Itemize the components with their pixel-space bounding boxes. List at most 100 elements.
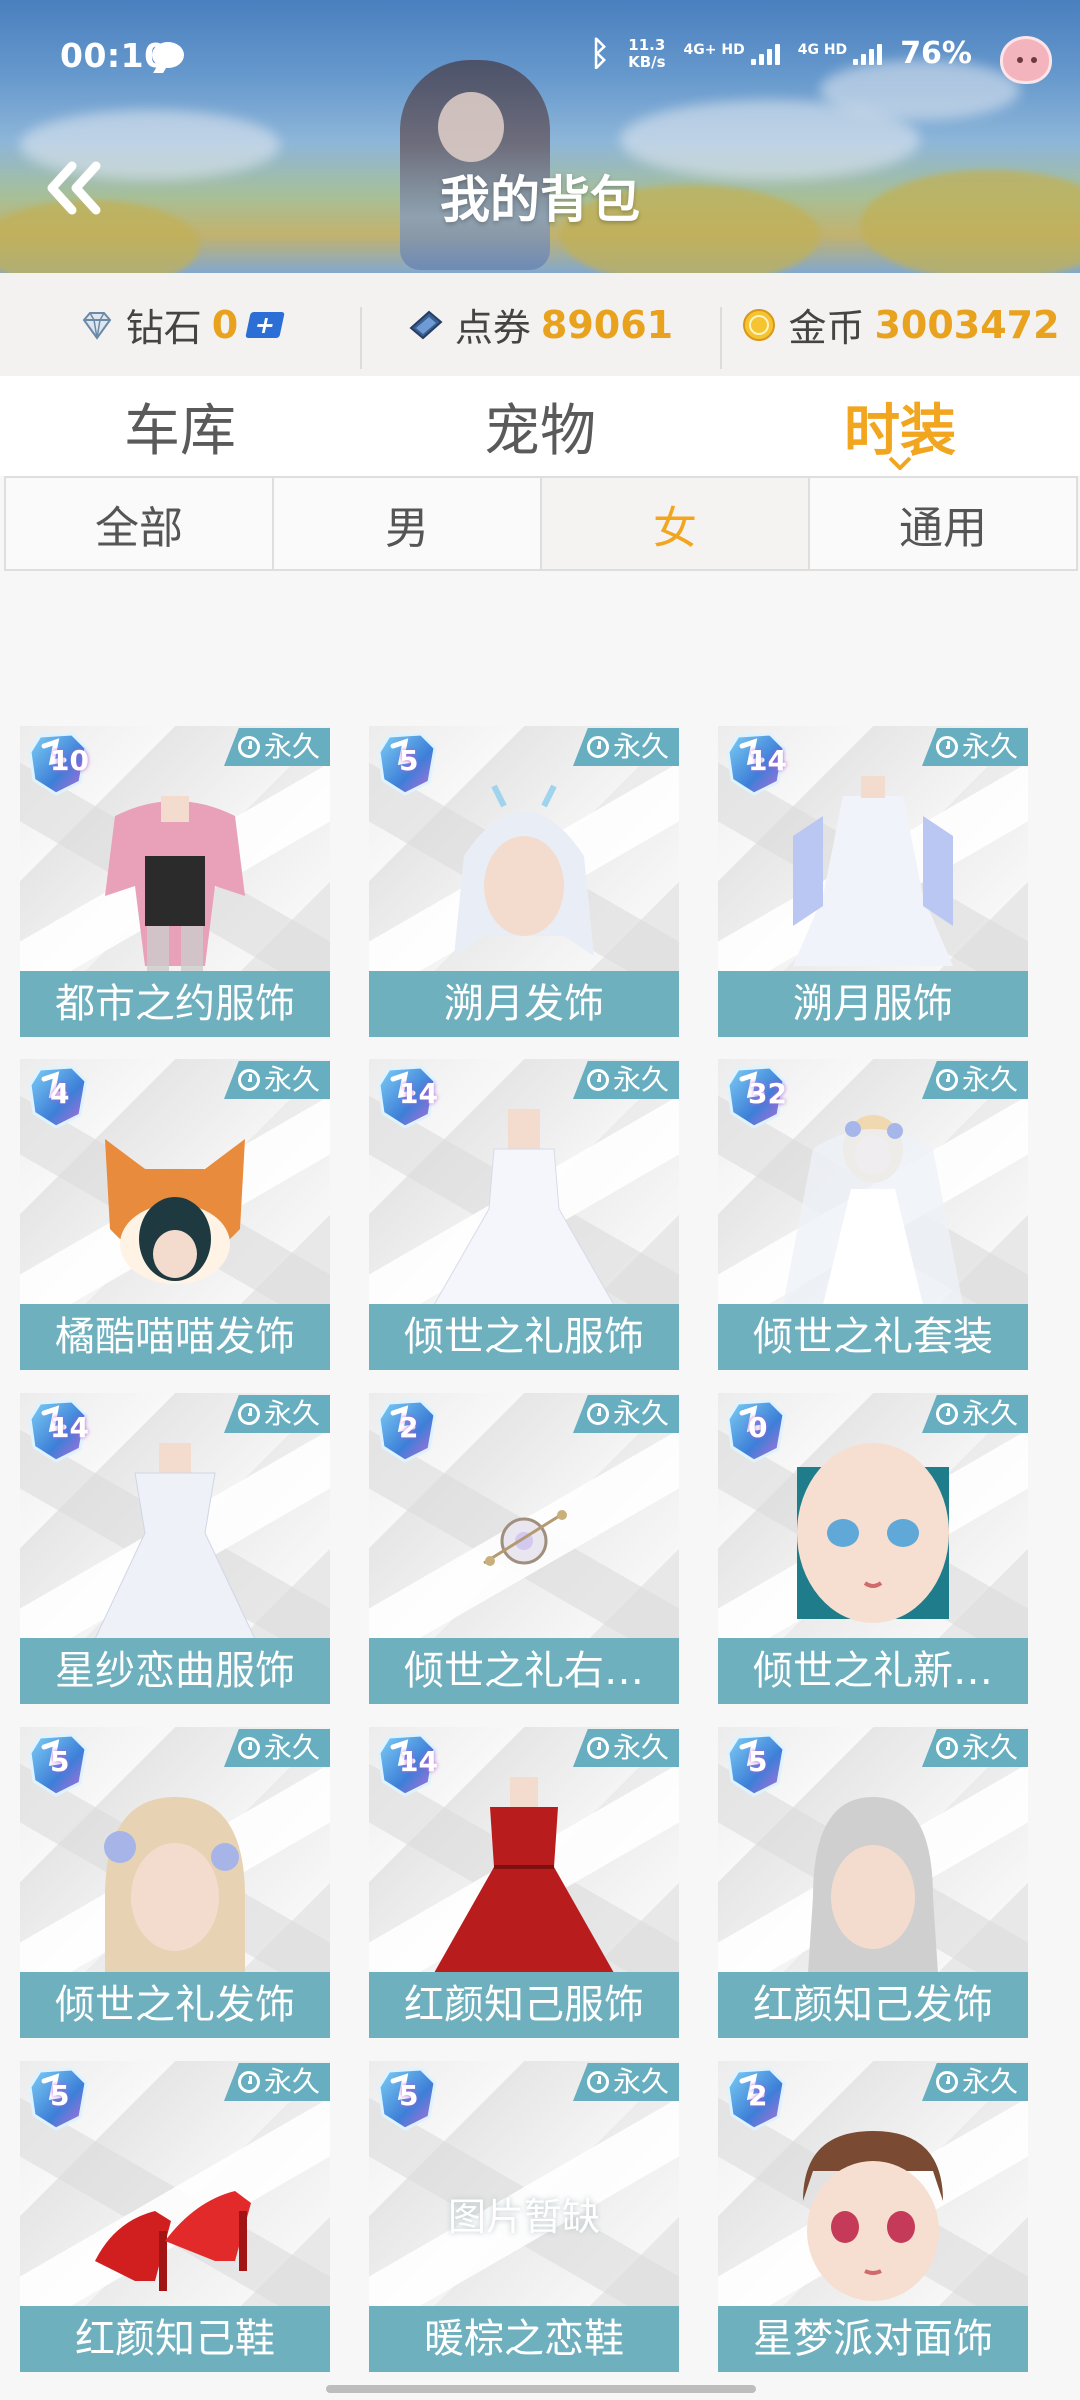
item-level: 2	[748, 2079, 768, 2112]
gender-filter-tabs: 全部 男 女 通用	[4, 476, 1078, 571]
clock-icon	[237, 736, 260, 758]
gold-balance: 金币 3003472	[720, 297, 1080, 369]
signal-sim1-icon: 4G+ HD	[684, 43, 780, 65]
item-card[interactable]: 5 永久倾世之礼发饰	[20, 1727, 330, 2038]
item-card[interactable]: 2 永久倾世之礼右…	[369, 1393, 679, 1704]
filter-all[interactable]: 全部	[6, 478, 272, 569]
clock-icon	[586, 1403, 609, 1425]
strawberry-avatar-icon	[1000, 36, 1052, 84]
item-image	[75, 2111, 275, 2307]
tab-garage[interactable]: 车库	[0, 376, 360, 476]
gold-coin-icon	[743, 308, 776, 341]
item-image	[75, 776, 275, 972]
duration-tag: 永久	[921, 728, 1028, 766]
item-image	[75, 1443, 275, 1640]
item-image	[75, 1777, 275, 1973]
item-name: 溯月发饰	[369, 971, 679, 1037]
duration-tag: 永久	[921, 1729, 1028, 1767]
bluetooth-icon: ᛒ	[589, 33, 611, 74]
duration-tag: 永久	[572, 1395, 679, 1433]
tab-pets[interactable]: 宠物	[360, 376, 720, 476]
item-card[interactable]: 5 永久 红颜知己鞋	[20, 2061, 330, 2372]
category-tabs: 车库 宠物 时装	[0, 376, 1080, 476]
item-level: 5	[399, 2079, 419, 2112]
filter-male[interactable]: 男	[272, 478, 540, 569]
item-name: 橘酷喵喵发饰	[20, 1304, 330, 1370]
duration-tag: 永久	[921, 2063, 1028, 2101]
item-level: 14	[748, 744, 787, 777]
item-name: 倾世之礼套装	[718, 1304, 1028, 1370]
clock-icon	[935, 736, 958, 758]
item-card[interactable]: 14 永久 红颜知己服饰	[369, 1727, 679, 2038]
duration-tag: 永久	[223, 2063, 330, 2101]
clock-icon	[586, 736, 609, 758]
item-card[interactable]: 5 永久溯月发饰	[369, 726, 679, 1037]
clock-icon	[935, 1069, 958, 1091]
item-name: 倾世之礼服饰	[369, 1304, 679, 1370]
duration-tag: 永久	[223, 1729, 330, 1767]
clock-icon	[935, 1737, 958, 1759]
clock-icon	[586, 1069, 609, 1091]
item-card[interactable]: 14 永久溯月服饰	[718, 726, 1028, 1037]
item-card[interactable]: 32 永久 倾世之礼套装	[718, 1059, 1028, 1370]
item-image	[773, 1109, 973, 1305]
header-banner: 00:10 ᛒ 11.3 KB/s 4G+ HD 4G HD 76% 我的背包	[0, 0, 1080, 273]
item-name: 红颜知己发饰	[718, 1972, 1028, 2038]
item-level: 14	[399, 1077, 438, 1110]
filter-female[interactable]: 女	[540, 478, 808, 569]
tab-fashion[interactable]: 时装	[720, 376, 1080, 476]
item-name: 星纱恋曲服饰	[20, 1638, 330, 1704]
item-card[interactable]: 2 永久星梦派对面饰	[718, 2061, 1028, 2372]
item-level: 0	[748, 1411, 768, 1444]
item-card[interactable]: 0 永久倾世之礼新…	[718, 1393, 1028, 1704]
item-name: 溯月服饰	[718, 971, 1028, 1037]
duration-tag: 永久	[572, 2063, 679, 2101]
item-level: 14	[50, 1411, 89, 1444]
network-speed: 11.3 KB/s	[628, 35, 666, 71]
item-level: 5	[399, 744, 419, 777]
voucher-icon	[409, 310, 443, 339]
item-name: 星梦派对面饰	[718, 2306, 1028, 2372]
chevron-down-icon	[888, 456, 912, 470]
item-card[interactable]: 图片暂缺 5 永久暖棕之恋鞋	[369, 2061, 679, 2372]
item-level: 5	[50, 1745, 70, 1778]
item-card[interactable]: 4 永久 橘酷喵喵发饰	[20, 1059, 330, 1370]
item-image	[75, 1109, 275, 1305]
clock-icon	[586, 2071, 609, 2093]
clock-icon	[586, 1737, 609, 1759]
item-card[interactable]: 5 永久 红颜知己发饰	[718, 1727, 1028, 2038]
item-name: 都市之约服饰	[20, 971, 330, 1037]
item-name: 倾世之礼新…	[718, 1638, 1028, 1704]
item-level: 4	[50, 1077, 70, 1110]
item-image	[773, 1777, 973, 1973]
duration-tag: 永久	[572, 1061, 679, 1099]
item-level: 2	[399, 1411, 419, 1444]
filter-general[interactable]: 通用	[808, 478, 1076, 569]
item-name: 红颜知己服饰	[369, 1972, 679, 2038]
item-card[interactable]: 10 永久 都市之约服饰	[20, 726, 330, 1037]
home-indicator[interactable]	[326, 2385, 756, 2393]
duration-tag: 永久	[572, 728, 679, 766]
item-image	[773, 1443, 973, 1639]
duration-tag: 永久	[921, 1395, 1028, 1433]
duration-tag: 永久	[223, 1395, 330, 1433]
signal-sim2-icon: 4G HD	[798, 43, 883, 65]
diamond-icon	[82, 311, 112, 340]
item-grid: 倾世之礼宝…倾世之礼宝…都市之约发饰10永久都市之约服饰5永久溯月发饰14永久溯…	[0, 571, 1080, 2400]
clock-icon	[237, 2071, 260, 2093]
item-card[interactable]: 14 永久星纱恋曲服饰	[20, 1393, 330, 1704]
backpack-screen: 00:10 ᛒ 11.3 KB/s 4G+ HD 4G HD 76% 我的背包 …	[0, 0, 1080, 2400]
add-diamond-button[interactable]: +	[245, 311, 285, 339]
battery-level: 76%	[900, 36, 972, 71]
item-level: 32	[748, 1077, 787, 1110]
item-image	[424, 776, 624, 972]
clock-icon	[935, 1403, 958, 1425]
status-icons: ᛒ 11.3 KB/s 4G+ HD 4G HD 76%	[590, 36, 972, 71]
item-image	[424, 1109, 624, 1306]
no-image-placeholder: 图片暂缺	[447, 2195, 600, 2239]
item-name: 倾世之礼右…	[369, 1638, 679, 1704]
item-name: 倾世之礼发饰	[20, 1972, 330, 2038]
item-card[interactable]: 14 永久倾世之礼服饰	[369, 1059, 679, 1370]
diamond-balance: 钻石 0 +	[0, 297, 360, 352]
item-name: 暖棕之恋鞋	[369, 2306, 679, 2372]
